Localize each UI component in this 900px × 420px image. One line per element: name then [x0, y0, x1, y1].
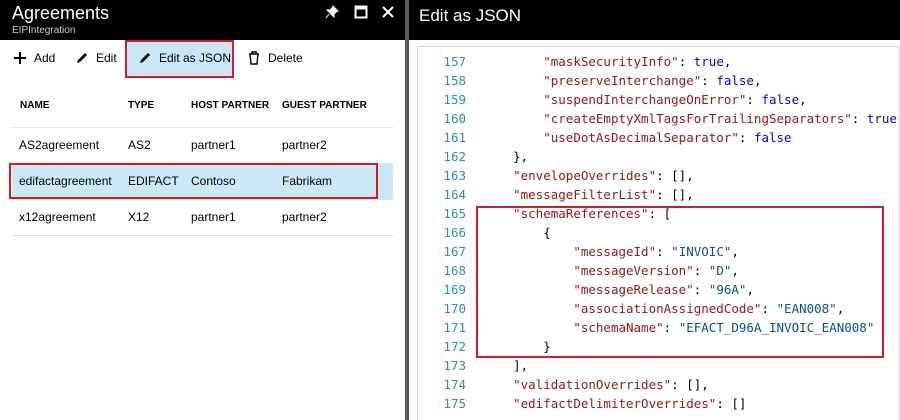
line-number: 157 — [443, 54, 466, 69]
line-number: 169 — [443, 282, 466, 297]
code-text: "maskSecurityInfo": true, — [543, 54, 732, 69]
code-text: "messageFilterList": [], — [513, 187, 694, 202]
cell-name: x12agreement — [19, 210, 96, 224]
delete-label: Delete — [268, 51, 303, 65]
plus-icon — [12, 50, 28, 66]
cell-type: X12 — [128, 210, 150, 224]
code-text: "envelopeOverrides": [], — [513, 168, 694, 183]
delete-button[interactable]: Delete — [246, 40, 303, 76]
edit-label: Edit — [96, 51, 117, 65]
blade-title: Agreements — [12, 3, 110, 23]
column-header-guest-partner[interactable]: GUEST PARTNER — [282, 100, 367, 111]
cell-type: AS2 — [128, 138, 151, 152]
code-text: "schemaName": "EFACT_D96A_INVOIC_EAN008" — [573, 320, 875, 335]
code-text: "messageVersion": "D", — [573, 263, 739, 278]
code-text: ], — [483, 358, 529, 373]
line-number: 173 — [443, 358, 466, 373]
edit-json-header: Edit as JSON — [409, 0, 900, 40]
line-number: 159 — [443, 92, 466, 107]
line-number: 161 — [443, 130, 466, 145]
line-number: 172 — [443, 339, 466, 354]
add-button[interactable]: Add — [12, 40, 55, 76]
command-bar: Add Edit Edit as JSON Delete — [0, 40, 405, 78]
line-number: 163 — [443, 168, 466, 183]
edit-json-title: Edit as JSON — [419, 6, 522, 25]
line-number: 165 — [443, 206, 466, 221]
table-row[interactable]: AS2agreement AS2 partner1 partner2 — [12, 127, 393, 164]
line-number: 164 — [443, 187, 466, 202]
agreements-header: Agreements EIPIntegration — [0, 0, 405, 40]
code-text: "messageRelease": "96A", — [573, 282, 754, 297]
table-row[interactable]: x12agreement X12 partner1 partner2 — [12, 199, 393, 236]
code-text: "messageId": "INVOIC", — [573, 244, 739, 259]
cell-name: AS2agreement — [19, 138, 100, 152]
line-number: 167 — [443, 244, 466, 259]
cell-name: edifactagreement — [19, 174, 112, 188]
cell-host-partner: Contoso — [191, 174, 236, 188]
close-icon[interactable] — [378, 3, 398, 21]
edit-as-json-button[interactable]: Edit as JSON — [125, 40, 233, 76]
edit-as-json-label: Edit as JSON — [159, 51, 232, 65]
blade-subtitle: EIPIntegration — [12, 25, 76, 36]
pin-icon[interactable] — [322, 3, 342, 21]
line-number: 168 — [443, 263, 466, 278]
cell-guest-partner: partner2 — [282, 138, 327, 152]
table-row-selected[interactable]: edifactagreement EDIFACT Contoso Fabrika… — [12, 163, 393, 200]
line-number: 171 — [443, 320, 466, 335]
code-text: } — [483, 339, 551, 354]
add-label: Add — [34, 51, 56, 65]
cell-host-partner: partner1 — [191, 138, 236, 152]
code-text: { — [483, 225, 551, 240]
line-number: 174 — [443, 377, 466, 392]
cell-host-partner: partner1 — [191, 210, 236, 224]
code-text: "edifactDelimiterOverrides": [] — [513, 396, 747, 411]
edit-button[interactable]: Edit — [74, 40, 117, 76]
agreements-blade: Agreements EIPIntegration Add Edit Edit … — [0, 0, 405, 420]
code-text: "validationOverrides": [], — [513, 377, 709, 392]
cell-guest-partner: partner2 — [282, 210, 327, 224]
line-number: 158 — [443, 73, 466, 88]
trash-icon — [246, 50, 262, 66]
code-text: }, — [483, 149, 529, 164]
line-number: 160 — [443, 111, 466, 126]
cell-guest-partner: Fabrikam — [282, 174, 333, 188]
column-header-type[interactable]: TYPE — [128, 100, 154, 111]
grid-header: NAME TYPE HOST PARTNER GUEST PARTNER — [12, 96, 393, 118]
column-header-host-partner[interactable]: HOST PARTNER — [191, 100, 269, 111]
code-text: "suspendInterchangeOnError": false, — [543, 92, 807, 107]
json-editor[interactable]: 157 "maskSecurityInfo": true, 158 "preser… — [417, 46, 900, 420]
line-number: 175 — [443, 396, 466, 411]
code-text: "createEmptyXmlTagsForTrailingSeparators… — [543, 111, 900, 126]
line-number: 170 — [443, 301, 466, 316]
code-text: "useDotAsDecimalSeparator": false — [543, 130, 792, 145]
edit-json-blade: Edit as JSON 157 "maskSecurityInfo": tru… — [409, 0, 900, 420]
pencil-icon — [137, 50, 153, 66]
pencil-icon — [74, 50, 90, 66]
cell-type: EDIFACT — [128, 174, 179, 188]
line-number: 166 — [443, 225, 466, 240]
code-text: "schemaReferences": [ — [513, 206, 672, 221]
line-number: 162 — [443, 149, 466, 164]
grid-bottom-divider — [12, 235, 393, 236]
column-header-name[interactable]: NAME — [20, 100, 49, 111]
code-text: "preserveInterchange": false, — [543, 73, 762, 88]
code-text: "associationAssignedCode": "EAN008", — [573, 301, 845, 316]
maximize-icon[interactable] — [351, 3, 371, 21]
